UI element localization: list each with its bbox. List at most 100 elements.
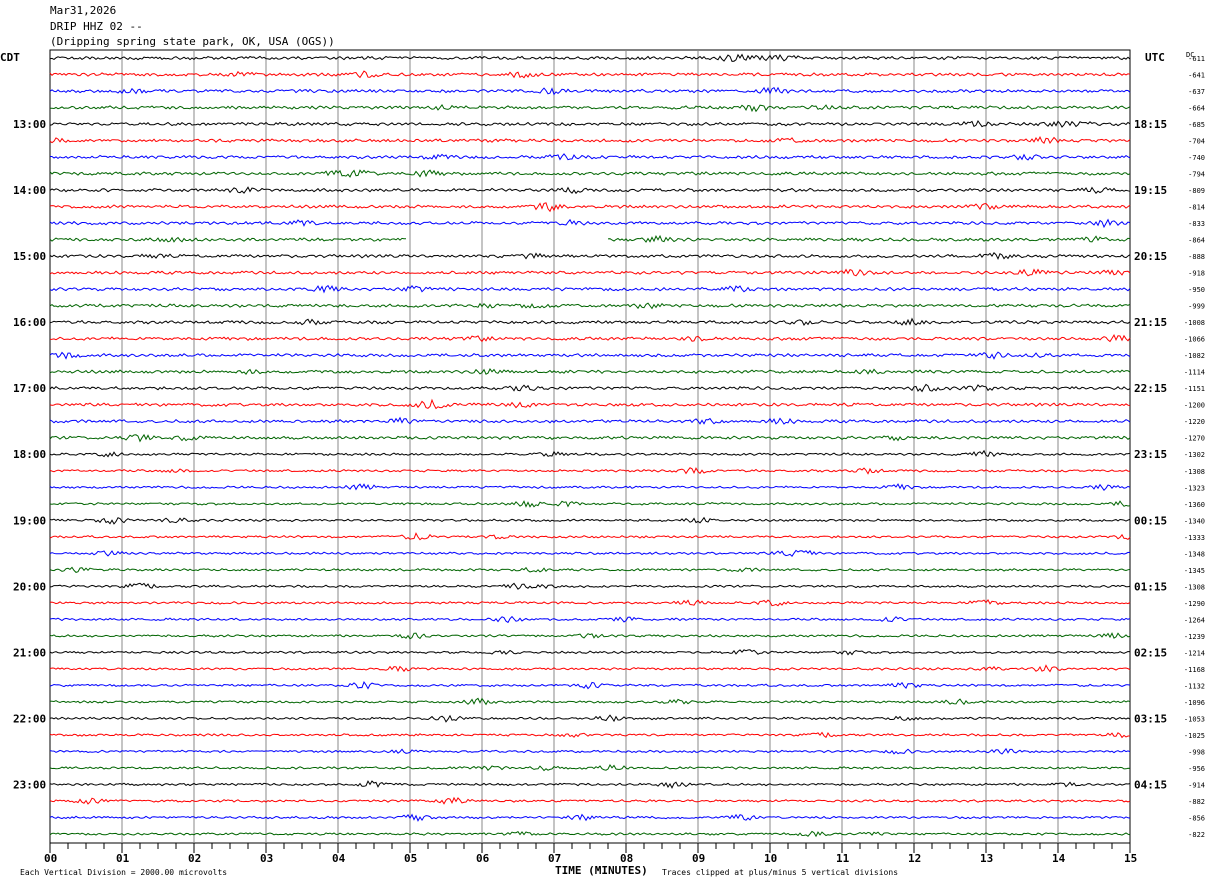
x-tick-label: 05 <box>404 852 417 865</box>
dc-offset-label: -1066 <box>1184 336 1205 344</box>
dc-offset-label: -637 <box>1188 88 1205 96</box>
utc-label: UTC <box>1145 51 1165 64</box>
seismic-trace <box>49 234 1131 243</box>
cdt-hour-label: 14:00 <box>13 184 46 197</box>
x-tick-label: 03 <box>260 852 273 865</box>
dc-offset-label: -1270 <box>1184 435 1205 443</box>
cdt-hour-label: 20:00 <box>13 580 46 593</box>
dc-offset-label: -1082 <box>1184 352 1205 360</box>
dc-offset-label: -1200 <box>1184 402 1205 410</box>
dc-offset-label: -1220 <box>1184 418 1205 426</box>
x-tick-label: 01 <box>116 852 130 865</box>
dc-offset-label: -641 <box>1188 72 1205 80</box>
cdt-hour-label: 13:00 <box>13 118 46 131</box>
x-tick-label: 04 <box>332 852 346 865</box>
dc-offset-label: -809 <box>1188 187 1205 195</box>
dc-offset-label: -1239 <box>1184 633 1205 641</box>
seismic-trace <box>49 664 1131 673</box>
seismic-trace <box>49 218 1131 229</box>
dc-offset-label: -1008 <box>1184 319 1205 327</box>
dc-offset-label: -1345 <box>1184 567 1205 575</box>
dc-offset-label: -914 <box>1188 781 1205 789</box>
dc-offset-label: -1214 <box>1184 649 1205 657</box>
x-tick-label: 13 <box>980 852 993 865</box>
dc-offset-label: -1132 <box>1184 682 1205 690</box>
cdt-hour-label: 17:00 <box>13 382 46 395</box>
dc-offset-label: -833 <box>1188 220 1205 228</box>
dc-offset-label: -822 <box>1188 831 1205 839</box>
utc-hour-label: 02:15 <box>1134 646 1167 659</box>
dc-offset-label: -864 <box>1188 237 1205 245</box>
seismic-trace <box>49 830 1131 838</box>
seismic-trace <box>49 351 1131 360</box>
dc-offset-label: -1096 <box>1184 699 1205 707</box>
seismic-trace <box>49 632 1131 640</box>
cdt-hour-label: 22:00 <box>13 712 46 725</box>
dc-offset-label: -1264 <box>1184 616 1205 624</box>
dc-offset-label: -611 <box>1188 55 1205 63</box>
x-tick-label: 00 <box>44 852 57 865</box>
utc-hour-label: 00:15 <box>1134 514 1167 527</box>
seismogram-plot: CDT UTC DC TIME (MINUTES) Each Vertical … <box>0 49 1205 877</box>
dc-offset-label: -1348 <box>1184 550 1205 558</box>
dc-offset-label: -998 <box>1188 748 1205 756</box>
dc-offset-label: -918 <box>1188 270 1205 278</box>
seismic-trace <box>49 813 1131 822</box>
seismic-trace <box>49 398 1131 410</box>
seismic-trace <box>49 549 1131 557</box>
dc-offset-label: -888 <box>1188 253 1205 261</box>
seismic-trace <box>49 268 1131 277</box>
x-axis-title: TIME (MINUTES) <box>555 864 648 877</box>
utc-hour-label: 03:15 <box>1134 712 1167 725</box>
seismic-trace <box>50 153 1131 161</box>
seismic-trace <box>49 500 1131 508</box>
dc-offset-label: -664 <box>1188 105 1205 113</box>
x-tick-label: 08 <box>620 852 633 865</box>
dc-offset-label: -814 <box>1188 204 1205 212</box>
utc-hour-label: 22:15 <box>1134 382 1167 395</box>
seismic-trace <box>49 697 1131 706</box>
seismic-trace <box>49 615 1131 624</box>
x-tick-label: 07 <box>548 852 561 865</box>
dc-offset-label: -685 <box>1188 121 1205 129</box>
plot-frame <box>49 49 1131 844</box>
utc-hour-label: 18:15 <box>1134 118 1167 131</box>
seismic-trace <box>49 284 1131 294</box>
utc-hour-label: 19:15 <box>1134 184 1167 197</box>
cdt-hour-label: 21:00 <box>13 646 46 659</box>
seismic-trace <box>49 70 1131 79</box>
dc-offset-label: -1333 <box>1184 534 1205 542</box>
x-tick-label: 10 <box>764 852 777 865</box>
dc-offset-label: -794 <box>1188 171 1205 179</box>
utc-hour-label: 20:15 <box>1134 250 1167 263</box>
utc-hour-label: 23:15 <box>1134 448 1167 461</box>
dc-offset-label: -740 <box>1188 154 1205 162</box>
x-tick-label: 15 <box>1124 852 1137 865</box>
seismic-trace <box>49 334 1131 343</box>
cdt-label: CDT <box>0 51 20 64</box>
seismic-trace <box>49 796 1131 805</box>
dc-offset-label: -1290 <box>1184 600 1205 608</box>
seismic-trace <box>49 368 1131 376</box>
seismic-trace <box>49 714 1131 723</box>
seismic-trace <box>49 86 1131 96</box>
seismic-trace <box>49 747 1131 755</box>
seismic-trace <box>49 433 1131 443</box>
dc-offset-label: -1053 <box>1184 715 1205 723</box>
cdt-hour-label: 18:00 <box>13 448 46 461</box>
seismic-trace <box>49 467 1131 475</box>
seismic-trace <box>49 169 1131 178</box>
seismic-trace <box>49 566 1131 573</box>
dc-offset-label: -956 <box>1188 765 1205 773</box>
dc-offset-label: -1308 <box>1184 468 1205 476</box>
dc-offset-label: -950 <box>1188 286 1205 294</box>
helicorder: Mar31,2026 DRIP HHZ 02 -- (Dripping spri… <box>0 0 1210 886</box>
seismic-trace <box>49 53 1131 62</box>
seismic-trace <box>49 252 1131 261</box>
seismic-trace <box>49 383 1131 393</box>
seismic-trace <box>49 598 1131 607</box>
seismic-trace <box>49 649 1131 656</box>
seismic-trace <box>49 532 1131 541</box>
dc-offset-label: -1340 <box>1184 517 1205 525</box>
dc-offset-label: -856 <box>1188 814 1205 822</box>
